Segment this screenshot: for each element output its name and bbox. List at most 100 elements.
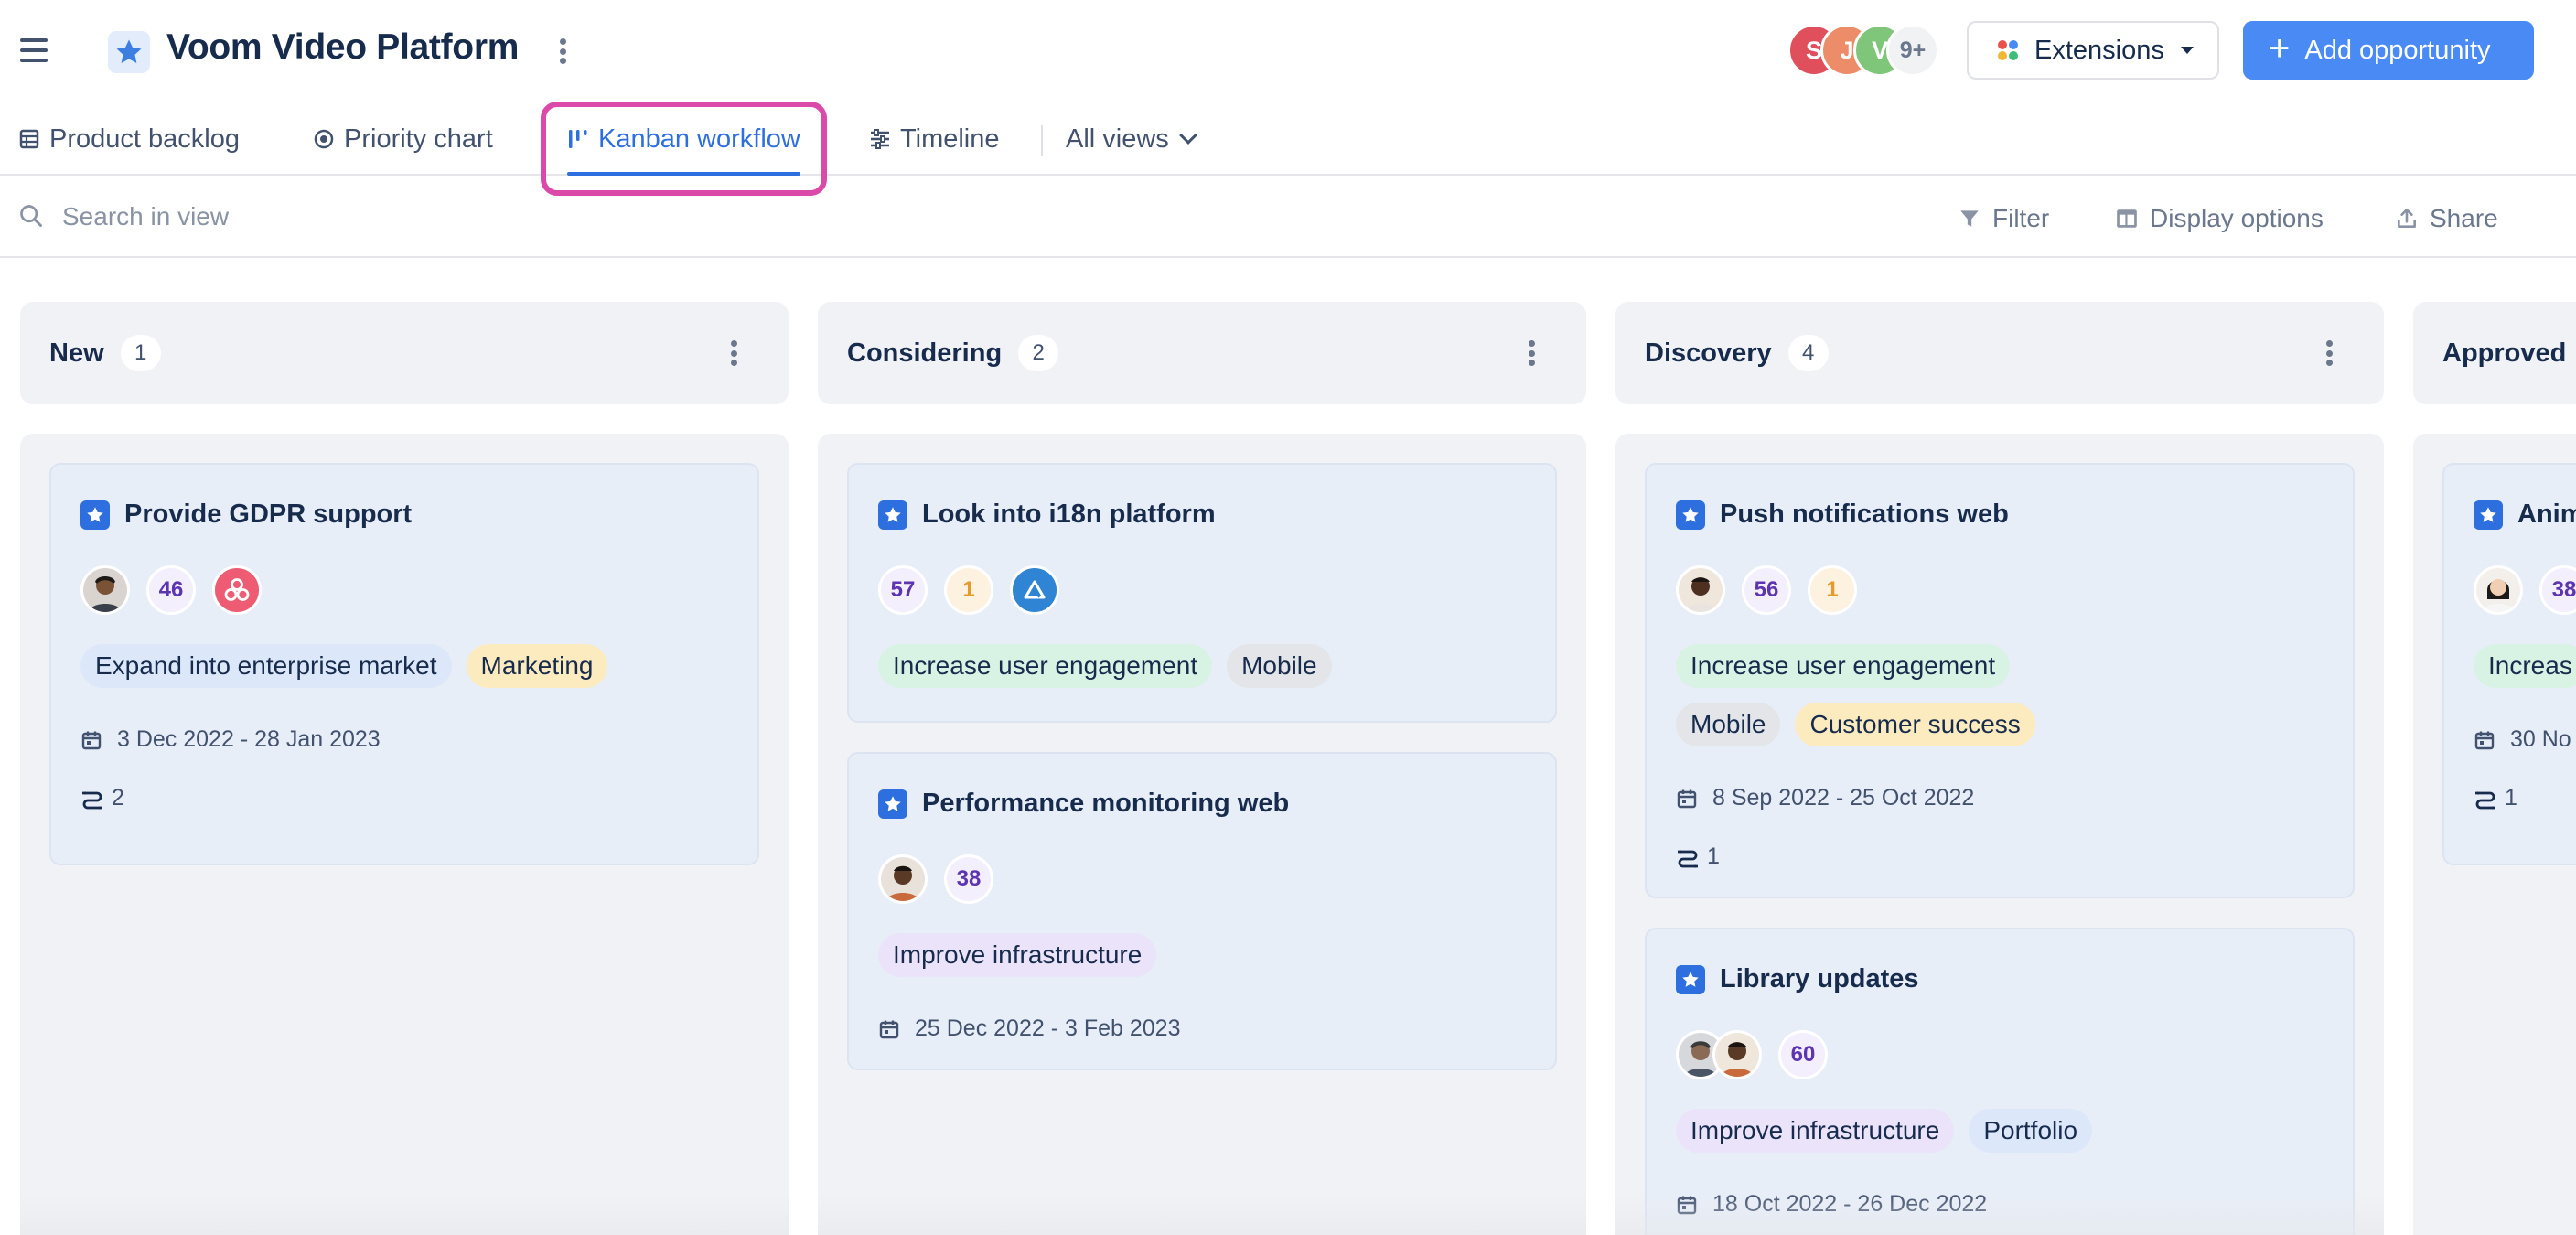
opportunity-card[interactable]: Library updates 60 Improve infrastructur… [1645,928,2355,1235]
column-count: 4 [1787,335,1829,371]
score-badge: 57 [878,565,928,615]
score-badge: 38 [944,854,993,904]
more-options-icon[interactable] [724,337,743,370]
date-range: 25 Dec 2022 - 3 Feb 2023 [915,1015,1181,1041]
tag[interactable]: Increase user engagement [1676,644,2011,688]
star-icon [878,789,907,819]
table-icon [18,128,40,150]
vote-badge: 1 [1808,565,1857,615]
tag[interactable]: Portfolio [1969,1109,2093,1153]
opportunity-card[interactable]: Look into i18n platform 57 1 Increase us… [847,463,1557,723]
card-title: Anim [2517,499,2576,529]
calendar-icon [878,1018,900,1040]
share-button[interactable]: Share [2395,198,2498,240]
column-count: 1 [120,335,161,371]
date-range: 8 Sep 2022 - 25 Oct 2022 [1712,785,1975,811]
search-input[interactable] [62,196,703,238]
calendar-icon [1676,788,1698,810]
opportunity-card[interactable]: Anim 38 Increas 30 No 1 [2442,463,2576,865]
opportunity-card[interactable]: Push notifications web 56 1 Increase use… [1645,463,2355,898]
more-options-icon[interactable] [553,35,572,68]
tab-kanban-workflow[interactable]: Kanban workflow [567,102,800,176]
tab-timeline[interactable]: Timeline [869,102,1000,176]
timeline-icon [869,128,891,150]
kanban-board: New 1 Provide GDPR support 46 Expand int… [0,260,2576,1235]
more-avatars-badge[interactable]: 9+ [1886,24,1939,77]
extensions-button[interactable]: Extensions [1967,21,2219,80]
card-title: Look into i18n platform [922,499,1216,529]
target-icon [313,128,335,150]
top-bar: Voom Video Platform S J V 9+ Extensions … [0,0,2576,102]
opportunity-card[interactable]: Provide GDPR support 46 Expand into ente… [49,463,759,865]
column-approved: Anim 38 Increas 30 No 1 [2413,434,2576,1235]
layout-icon [2115,207,2139,231]
view-tabs: Product backlog Priority chart Kanban wo… [0,102,2576,176]
star-icon [80,499,110,530]
tag[interactable]: Mobile [1676,703,1781,746]
share-icon [2395,207,2419,231]
display-options-button[interactable]: Display options [2115,198,2324,240]
all-views-dropdown[interactable]: All views [1066,102,1197,176]
avatar[interactable] [1712,1030,1762,1079]
tag[interactable]: Improve infrastructure [1676,1109,1955,1153]
star-icon [1676,964,1705,994]
page-title: Voom Video Platform [166,27,520,67]
score-badge: 56 [1742,565,1791,615]
date-range: 30 No [2510,726,2571,752]
date-range: 18 Oct 2022 - 26 Dec 2022 [1712,1191,1988,1217]
avatar[interactable] [878,854,928,904]
linked-count: 2 [112,785,124,811]
tag[interactable]: Expand into enterprise market [80,644,452,688]
tag[interactable]: Improve infrastructure [878,933,1157,977]
opportunity-card[interactable]: Performance monitoring web 38 Improve in… [847,752,1557,1070]
tag[interactable]: Increas [2474,644,2576,688]
column-discovery: Push notifications web 56 1 Increase use… [1615,434,2384,1235]
company-logo-icon [1010,565,1059,615]
column-header-approved[interactable]: Approved [2413,302,2576,404]
column-header-discovery[interactable]: Discovery 4 [1615,302,2384,404]
linked-items-icon [80,788,104,810]
menu-icon[interactable] [20,38,48,62]
company-logo-icon [212,565,262,615]
column-header-new[interactable]: New 1 [20,302,789,404]
chevron-down-icon [1178,126,1197,145]
more-options-icon[interactable] [2320,337,2338,370]
card-title: Push notifications web [1720,499,2009,529]
column-count: 2 [1018,335,1059,371]
card-title: Performance monitoring web [922,789,1290,818]
star-icon [2474,499,2503,530]
card-title: Provide GDPR support [124,499,413,529]
more-options-icon[interactable] [1522,337,1540,370]
search-icon [18,203,44,233]
tab-priority-chart[interactable]: Priority chart [313,102,493,176]
plus-icon: + [2269,28,2291,69]
avatar[interactable] [2474,565,2523,615]
star-icon [1676,499,1705,530]
tag[interactable]: Marketing [466,644,608,688]
score-badge: 38 [2539,565,2576,615]
collaborator-avatars[interactable]: S J V 9+ [1787,24,1943,77]
extensions-icon [1998,40,2018,60]
tag[interactable]: Increase user engagement [878,644,1213,688]
linked-count: 1 [2505,785,2517,811]
avatar[interactable] [80,565,130,615]
tab-product-backlog[interactable]: Product backlog [18,102,240,176]
linked-count: 1 [1707,843,1720,869]
column-header-considering[interactable]: Considering 2 [818,302,1586,404]
column-considering: Look into i18n platform 57 1 Increase us… [818,434,1586,1235]
column-new: Provide GDPR support 46 Expand into ente… [20,434,789,1235]
calendar-icon [1676,1194,1698,1216]
filter-icon [1958,207,1981,231]
date-range: 3 Dec 2022 - 28 Jan 2023 [117,726,381,752]
score-badge: 60 [1778,1030,1828,1079]
calendar-icon [80,729,102,751]
avatar[interactable] [1676,565,1725,615]
add-opportunity-button[interactable]: + Add opportunity [2243,21,2534,80]
vote-badge: 1 [944,565,993,615]
view-toolbar: Filter Display options Share [0,177,2576,258]
caret-down-icon [2180,47,2194,54]
linked-items-icon [1676,846,1700,868]
tag[interactable]: Customer success [1795,703,2035,746]
tag[interactable]: Mobile [1227,644,1332,688]
filter-button[interactable]: Filter [1958,198,2049,240]
